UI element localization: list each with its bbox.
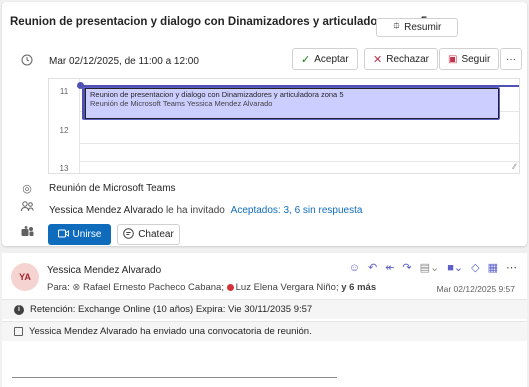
join-button[interactable]: Unirse: [48, 224, 111, 245]
retention-text: Retención: Exchange Online (10 años) Exp…: [30, 304, 313, 315]
reply-icon[interactable]: ↶: [368, 261, 377, 274]
to-label: Para:: [47, 282, 70, 293]
event-subtitle: Reunión de Microsoft Teams Yessica Mende…: [90, 99, 273, 108]
calendar-hour: 12: [59, 126, 69, 135]
message-pane: YA Yessica Mendez Alvarado Para: ⊗ Rafae…: [2, 253, 527, 387]
body-divider: [12, 377, 337, 378]
invited-text: le ha invitado: [165, 205, 225, 216]
meeting-title: Reunion de presentacion y dialogo con Di…: [10, 16, 428, 28]
meeting-location: Reunión de Microsoft Teams: [49, 183, 176, 194]
calendar-event[interactable]: Reunion de presentacion y dialogo con Di…: [82, 87, 500, 120]
calendar-preview: 11 12 13 Reunion de presentacion y dialo…: [48, 78, 520, 174]
chat-button[interactable]: Chatear: [117, 224, 180, 245]
tag-icon[interactable]: ◇: [471, 261, 479, 274]
clock-icon: [20, 54, 34, 69]
invitation-line: Yessica Mendez Alvarado le ha invitado A…: [49, 205, 362, 216]
calendar-hour: 13: [59, 164, 69, 173]
summarize-icon: ⯐: [392, 21, 401, 32]
recipients-line: Para: ⊗ Rafael Ernesto Pacheco Cabana; L…: [47, 282, 376, 293]
attendees-icon: [20, 201, 34, 215]
info-icon: i: [14, 304, 24, 315]
calendar-gridline: [79, 143, 519, 144]
calendar-divider: [79, 79, 80, 173]
meeting-datetime: Mar 02/12/2025, de 11:00 a 12:00: [49, 56, 199, 67]
recipient[interactable]: Luz Elena Vergara Niño;: [236, 282, 339, 293]
more-icon: ···: [506, 53, 516, 65]
notice-text: Yessica Mendez Alvarado ha enviado una c…: [29, 326, 312, 337]
responses-link[interactable]: Aceptados: 3, 6 sin respuesta: [231, 205, 363, 216]
emoji-icon[interactable]: ☺: [349, 262, 360, 274]
busy-status-icon: [226, 283, 234, 291]
chat-label: Chatear: [138, 229, 174, 240]
calendar-hour: 11: [59, 87, 69, 96]
message-date: Mar 02/12/2025 9:57: [436, 284, 515, 294]
forward-icon[interactable]: ↷: [402, 261, 411, 274]
check-icon: ✓: [301, 53, 311, 66]
join-label: Unirse: [72, 229, 102, 240]
resize-handle-icon[interactable]: ∕∕: [513, 162, 516, 171]
organizer-name: Yessica Mendez Alvarado: [49, 205, 164, 216]
meeting-card: Reunion de presentacion y dialogo con Di…: [2, 2, 527, 246]
teams-share-icon[interactable]: ▤⌄: [420, 261, 440, 274]
accept-button[interactable]: ✓ Aceptar: [292, 48, 358, 70]
decline-label: Rechazar: [386, 53, 430, 65]
message-toolbar: ☺ ↶ ↞ ↷ ▤⌄ ■⌄ ◇ ▦ ⋯: [349, 261, 517, 275]
summarize-label: Resumir: [404, 22, 442, 33]
apps-icon[interactable]: ■⌄: [447, 261, 463, 274]
retention-banner: i Retención: Exchange Online (10 años) E…: [2, 299, 527, 319]
follow-button[interactable]: ▣ Seguir: [439, 48, 500, 70]
presence-icon: ⊗: [72, 282, 81, 293]
x-icon: ✕: [373, 53, 383, 66]
teams-icon: [20, 226, 34, 241]
video-icon: [57, 229, 69, 241]
decline-button[interactable]: ✕ Rechazar: [364, 48, 439, 70]
view-icon[interactable]: ▦: [488, 261, 498, 274]
calendar-gridline: [79, 161, 519, 162]
event-title: Reunion de presentacion y dialogo con Di…: [90, 90, 344, 99]
avatar: YA: [11, 263, 39, 291]
accept-label: Aceptar: [314, 53, 349, 65]
follow-label: Seguir: [461, 53, 491, 65]
chat-icon: [123, 227, 135, 242]
more-recipients[interactable]: y 6 más: [341, 282, 376, 293]
location-icon: ◎: [22, 183, 32, 195]
calendar-icon: [14, 327, 23, 336]
reply-all-icon[interactable]: ↞: [385, 261, 394, 274]
recipient[interactable]: Rafael Ernesto Pacheco Cabana;: [83, 282, 224, 293]
sender-name[interactable]: Yessica Mendez Alvarado: [47, 265, 161, 276]
summarize-button[interactable]: ⯐ Resumir: [376, 18, 458, 37]
invitation-notice: Yessica Mendez Alvarado ha enviado una c…: [2, 321, 527, 341]
calendar-add-icon: ▣: [448, 53, 458, 65]
more-actions-icon[interactable]: ⋯: [506, 261, 517, 274]
more-options-button[interactable]: ···: [500, 48, 522, 70]
